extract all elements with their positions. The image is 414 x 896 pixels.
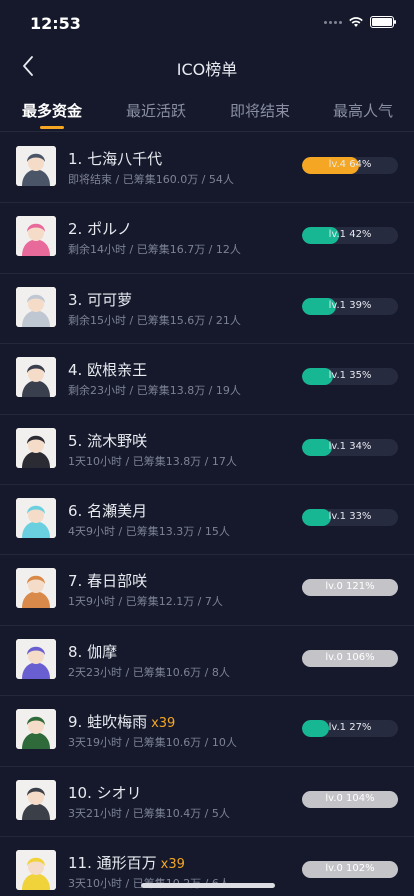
list-item[interactable]: 1. 七海八千代即将结束 / 已筹集160.0万 / 54人 lv.4 64% (0, 133, 414, 204)
progress-bar: lv.4 64% (302, 157, 398, 174)
avatar (16, 849, 56, 890)
avatar (16, 216, 56, 257)
item-name: 4. 欧根亲王 (68, 361, 148, 380)
item-subtitle: 剩余15小时 / 已筹集15.6万 / 21人 (68, 313, 241, 327)
signal-icon (324, 20, 342, 24)
list-item[interactable]: 7. 春日部咲 1天9小时 / 已筹集12.1万 / 7人 lv.0 121% (0, 555, 414, 626)
battery-icon (370, 16, 396, 28)
home-indicator (141, 883, 275, 888)
item-name: 9. 蛙吹梅雨 (68, 713, 148, 732)
progress-label: lv.1 33% (328, 510, 372, 522)
item-title: 6. 名瀬美月 (68, 500, 147, 521)
item-name: 7. 春日部咲 (68, 572, 148, 591)
avatar (16, 709, 56, 750)
item-subtitle: 1天9小时 / 已筹集12.1万 / 7人 (68, 595, 223, 609)
nav-bar: ICO榜单 (0, 44, 414, 88)
tab-most-popular[interactable]: 最高人气 (333, 100, 393, 121)
item-subtitle: 3天19小时 / 已筹集10.6万 / 10人 (68, 736, 237, 750)
item-multiplier-badge: x39 (151, 716, 176, 732)
avatar (16, 497, 56, 538)
item-name: 6. 名瀬美月 (68, 501, 148, 520)
item-title: 1. 七海八千代 (68, 148, 162, 169)
item-subtitle: 即将结束 / 已筹集160.0万 / 54人 (68, 173, 234, 186)
progress-label: lv.1 34% (328, 440, 372, 452)
avatar (16, 638, 56, 679)
item-name: 5. 流木野咲 (68, 431, 148, 450)
progress-bar: lv.1 42% (302, 227, 398, 245)
avatar (16, 427, 56, 468)
progress-label: lv.1 35% (328, 370, 372, 382)
list-item[interactable]: 2. ポルノ剩余14小时 / 已筹集16.7万 / 12人 lv.1 42% (0, 203, 414, 274)
tab-most-funds[interactable]: 最多资金 (22, 100, 82, 121)
item-subtitle: 2天23小时 / 已筹集10.6万 / 8人 (68, 665, 230, 679)
item-subtitle: 3天21小时 / 已筹集10.4万 / 5人 (68, 806, 230, 820)
avatar (16, 779, 56, 820)
status-time: 12:53 (30, 14, 81, 33)
tab-ending-soon[interactable]: 即将结束 (230, 100, 290, 121)
list-item[interactable]: 5. 流木野咲 1天10小时 / 已筹集13.8万 / 17人 lv.1 34% (0, 415, 414, 485)
list-item[interactable]: 4. 欧根亲王剩余23小时 / 已筹集13.8万 / 19人 lv.1 35% (0, 344, 414, 415)
item-title: 3. 可可萝 (68, 289, 132, 310)
item-name: 1. 七海八千代 (68, 150, 163, 168)
tab-bar: 最多资金 最近活跃 即将结束 最高人气 (0, 88, 414, 132)
progress-bar: lv.0 106% (302, 649, 398, 667)
progress-label: lv.0 121% (325, 581, 375, 593)
progress-bar: lv.1 34% (302, 438, 398, 456)
status-bar: 12:53 (0, 0, 414, 44)
list-item[interactable]: 9. 蛙吹梅雨 x39 3天19小时 / 已筹集10.6万 / 10人 lv.1 27… (0, 696, 414, 767)
item-subtitle: 剩余14小时 / 已筹集16.7万 / 12人 (68, 243, 241, 257)
progress-bar: lv.0 104% (302, 790, 398, 808)
item-title: 9. 蛙吹梅雨 x39 (68, 711, 175, 732)
progress-bar: lv.1 33% (302, 508, 398, 526)
status-icons (324, 16, 396, 28)
list-item[interactable]: 6. 名瀬美月 4天9小时 / 已筹集13.3万 / 15人 lv.1 33% (0, 485, 414, 556)
item-name: 11. 通形百万 (68, 853, 157, 872)
wifi-icon (349, 17, 363, 27)
progress-label: lv.1 42% (328, 229, 372, 241)
tab-indicator (40, 126, 64, 129)
item-multiplier-badge: x39 (160, 856, 185, 872)
ico-list: 1. 七海八千代即将结束 / 已筹集160.0万 / 54人 lv.4 64% 2.… (0, 133, 414, 896)
item-title: 2. ポルノ (68, 218, 132, 239)
list-item[interactable]: 10. シオリ 3天21小时 / 已筹集10.4万 / 5人 lv.0 104% (0, 767, 414, 837)
progress-bar: lv.0 102% (302, 860, 398, 878)
item-subtitle: 4天9小时 / 已筹集13.3万 / 15人 (68, 524, 230, 538)
item-subtitle: 剩余23小时 / 已筹集13.8万 / 19人 (68, 384, 241, 398)
avatar (16, 286, 56, 327)
progress-bar: lv.1 39% (302, 297, 398, 315)
avatar (16, 146, 56, 186)
item-name: 2. ポルノ (68, 220, 133, 239)
progress-bar: lv.1 27% (302, 720, 398, 738)
item-title: 8. 伽摩 (68, 641, 117, 662)
item-name: 8. 伽摩 (68, 642, 118, 661)
item-name: 3. 可可萝 (68, 290, 133, 309)
list-item[interactable]: 3. 可可萝剩余15小时 / 已筹集15.6万 / 21人 lv.1 39% (0, 274, 414, 345)
progress-label: lv.4 64% (328, 159, 372, 170)
item-title: 10. シオリ (68, 782, 142, 803)
list-item[interactable]: 8. 伽摩 2天23小时 / 已筹集10.6万 / 8人 lv.0 106% (0, 626, 414, 697)
avatar (16, 568, 56, 609)
progress-bar: lv.0 121% (302, 579, 398, 597)
item-title: 11. 通形百万 x39 (68, 852, 185, 873)
item-title: 5. 流木野咲 (68, 430, 147, 451)
page-title: ICO榜单 (176, 60, 238, 79)
progress-label: lv.0 102% (325, 862, 375, 874)
progress-label: lv.0 104% (325, 792, 375, 804)
avatar (16, 357, 56, 398)
item-title: 7. 春日部咲 (68, 570, 147, 591)
progress-label: lv.1 39% (328, 299, 372, 311)
tab-recent-active[interactable]: 最近活跃 (126, 100, 186, 121)
item-subtitle: 1天10小时 / 已筹集13.8万 / 17人 (68, 454, 237, 468)
progress-bar: lv.1 35% (302, 368, 398, 386)
item-name: 10. シオリ (68, 783, 142, 802)
item-title: 4. 欧根亲王 (68, 359, 147, 380)
progress-label: lv.1 27% (328, 722, 372, 734)
progress-label: lv.0 106% (325, 651, 375, 663)
